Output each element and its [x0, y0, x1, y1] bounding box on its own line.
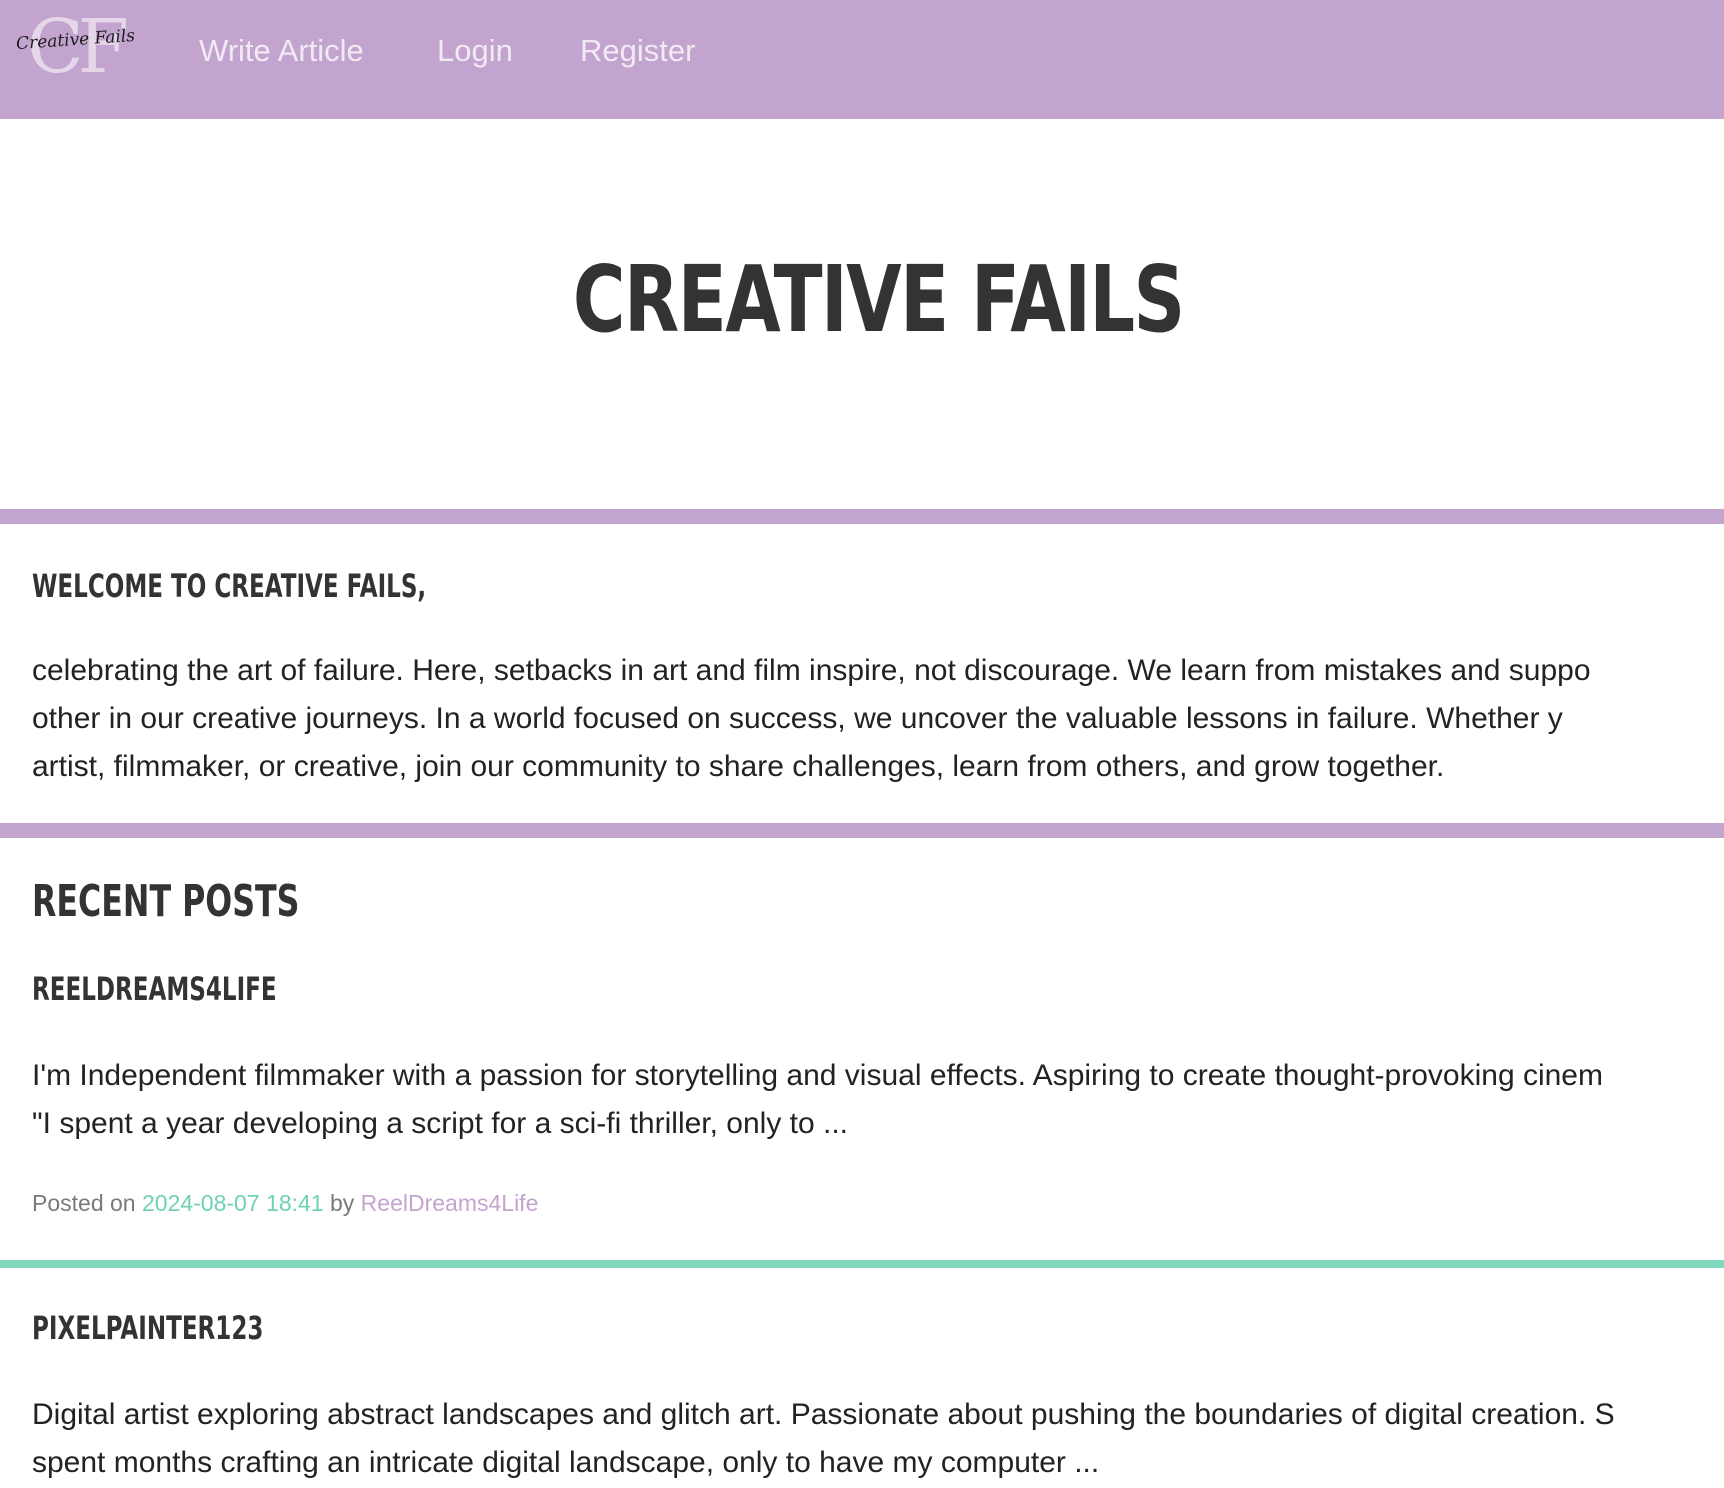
post-excerpt: I'm Independent filmmaker with a passion…	[32, 1052, 1724, 1148]
post-excerpt-line: I'm Independent filmmaker with a passion…	[32, 1059, 1603, 1092]
post-meta: Posted on 2024-08-07 18:41 by ReelDreams…	[32, 1188, 538, 1218]
welcome-heading: WELCOME TO CREATIVE FAILS,	[32, 567, 427, 605]
post-author-link[interactable]: ReelDreams4Life	[361, 1190, 539, 1216]
nav-login-link[interactable]: Login	[437, 31, 513, 71]
post-divider	[0, 1260, 1724, 1268]
post-title[interactable]: REELDREAMS4LIFE	[32, 969, 277, 1009]
welcome-text-line: celebrating the art of failure. Here, se…	[32, 654, 1591, 687]
section-divider	[0, 509, 1724, 524]
post-excerpt: Digital artist exploring abstract landsc…	[32, 1391, 1724, 1487]
nav-register-link[interactable]: Register	[580, 31, 695, 71]
recent-posts-heading: RECENT POSTS	[32, 876, 300, 927]
post-title[interactable]: PIXELPAINTER123	[32, 1308, 263, 1348]
post-date: 2024-08-07 18:41	[141, 1190, 324, 1216]
post-excerpt-line: "I spent a year developing a script for …	[32, 1107, 849, 1140]
site-logo[interactable]: CF Creative Fails	[15, 4, 136, 90]
post-excerpt-line: Digital artist exploring abstract landsc…	[32, 1398, 1615, 1431]
top-navbar: CF Creative Fails Write Article Login Re…	[0, 0, 1724, 119]
post-meta-by: by	[329, 1190, 355, 1216]
post-excerpt-line: spent months crafting an intricate digit…	[32, 1446, 1100, 1479]
hero-title: CREATIVE FAILS	[572, 246, 1185, 353]
post-meta-prefix: Posted on	[32, 1190, 136, 1216]
nav-write-article-link[interactable]: Write Article	[199, 31, 364, 71]
section-divider	[0, 823, 1724, 838]
welcome-text-line: other in our creative journeys. In a wor…	[32, 702, 1563, 735]
welcome-text: celebrating the art of failure. Here, se…	[32, 647, 1724, 791]
page: CF Creative Fails Write Article Login Re…	[0, 0, 1724, 1488]
welcome-text-line: artist, filmmaker, or creative, join our…	[32, 750, 1445, 783]
